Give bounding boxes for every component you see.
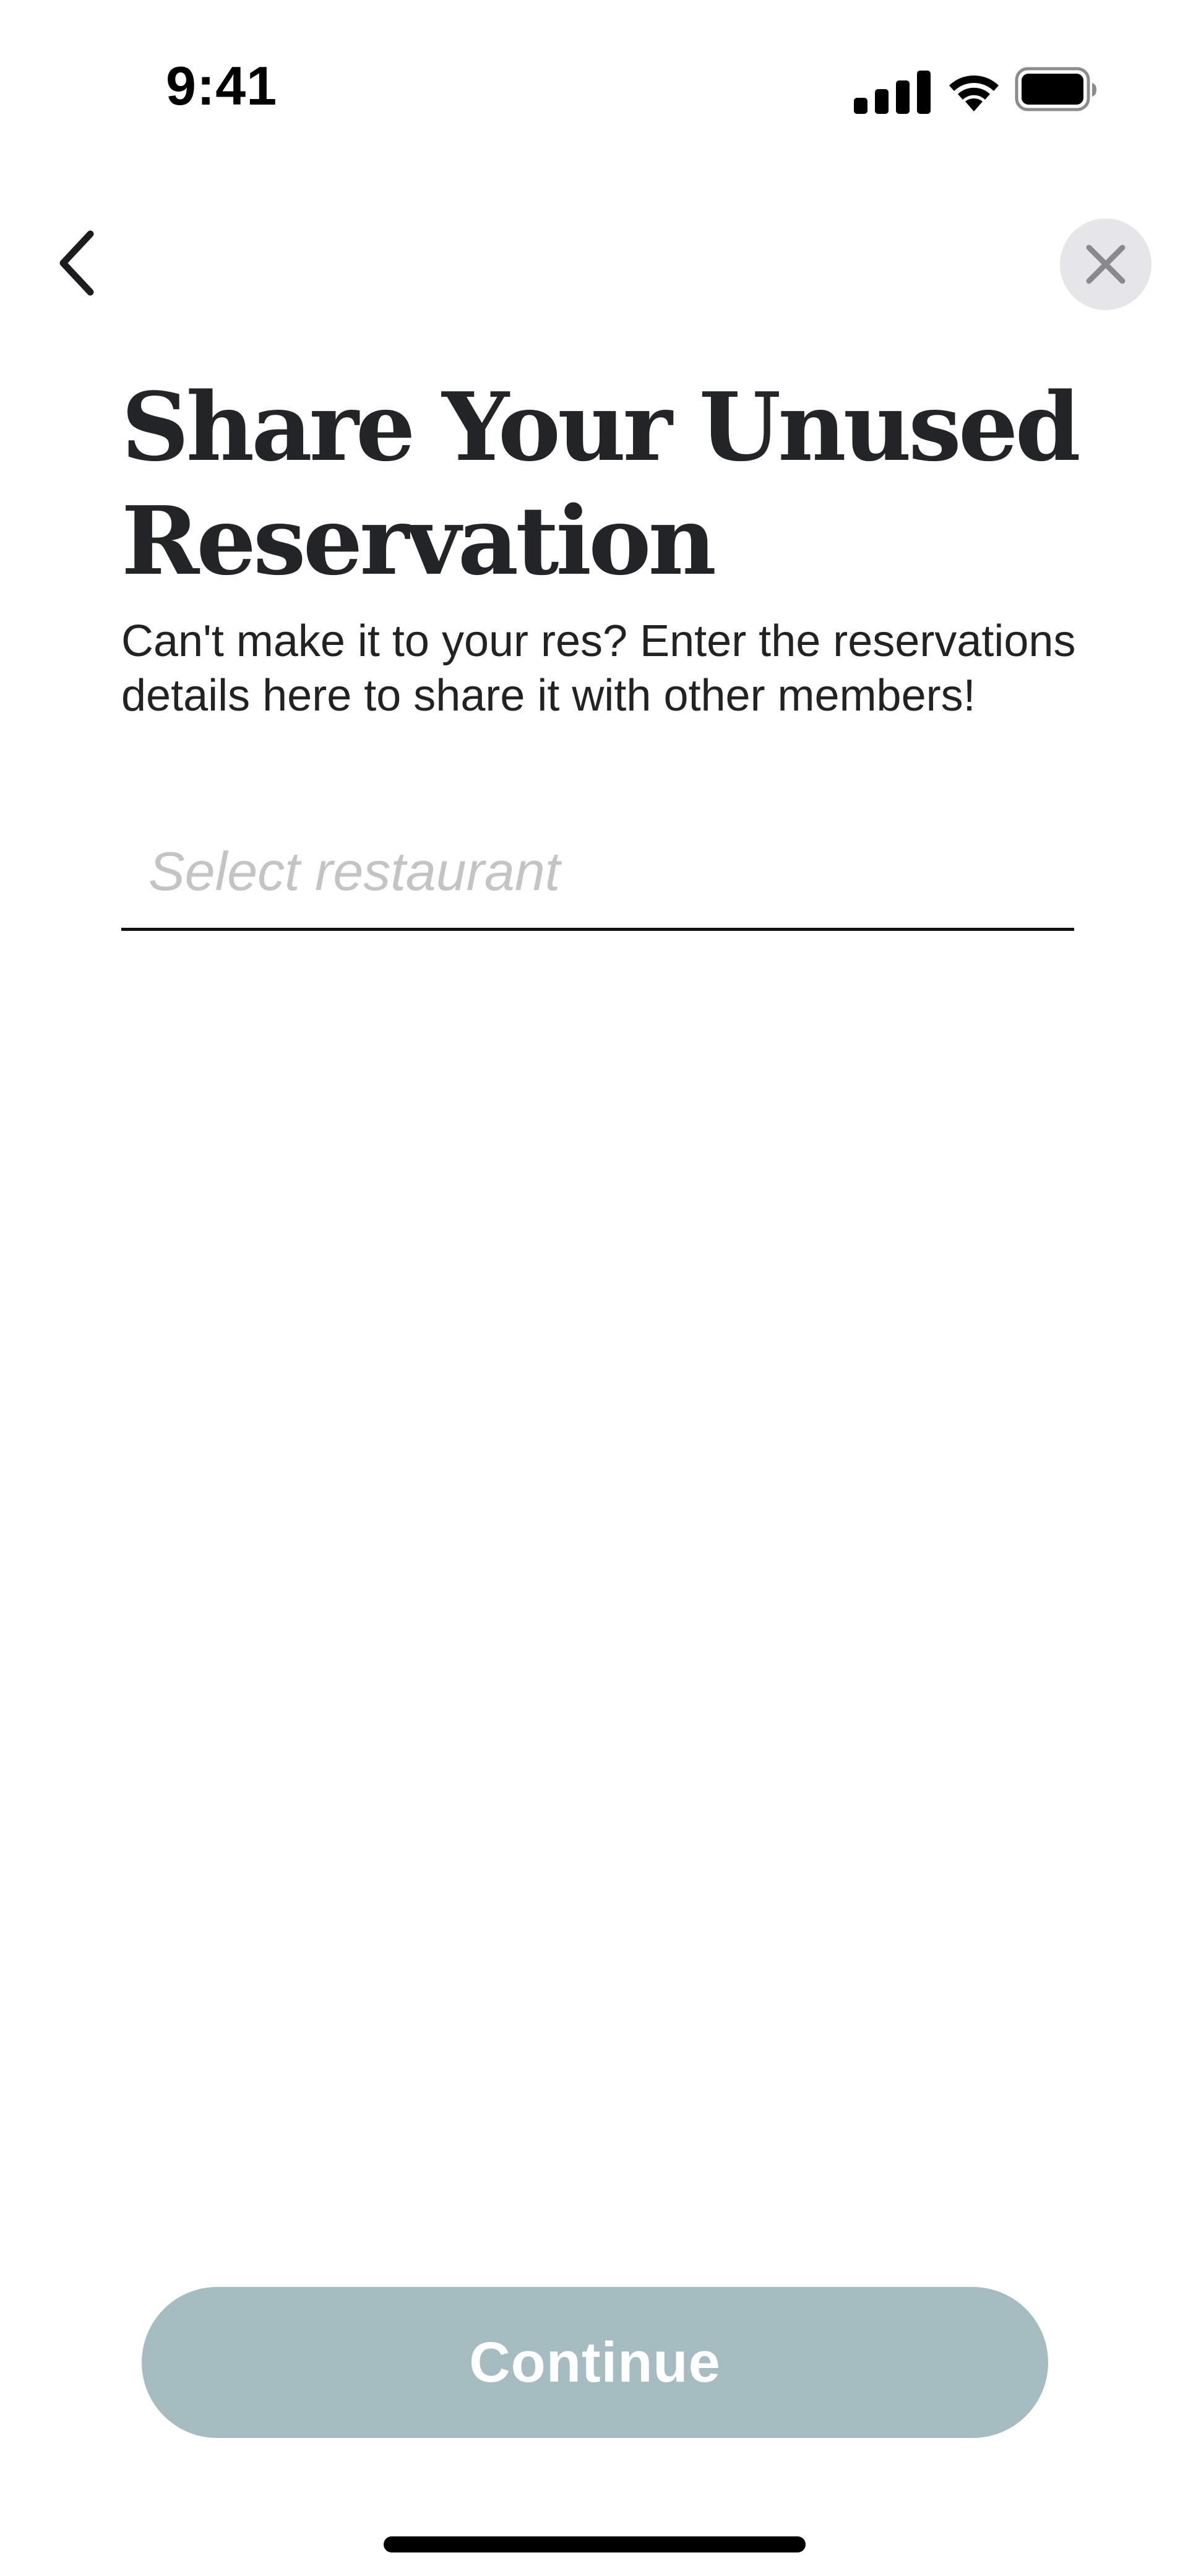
restaurant-select-field[interactable]: [121, 822, 1074, 931]
close-icon: [1086, 244, 1126, 284]
back-button[interactable]: [37, 223, 118, 303]
restaurant-select-input[interactable]: [148, 828, 1052, 915]
continue-button[interactable]: Continue: [142, 2287, 1048, 2438]
page-title: Share Your Unused Reservation: [121, 371, 1081, 596]
close-button[interactable]: [1060, 218, 1151, 310]
status-icons: [854, 64, 1114, 114]
status-bar: 9:41: [0, 0, 1188, 179]
home-indicator: [384, 2536, 806, 2552]
cellular-signal-icon: [854, 71, 931, 114]
page-subtitle: Can't make it to your res? Enter the res…: [121, 616, 1076, 720]
wifi-icon: [949, 76, 999, 111]
status-time: 9:41: [166, 55, 278, 116]
battery-icon: [1015, 67, 1096, 111]
chevron-left-icon: [59, 230, 94, 296]
